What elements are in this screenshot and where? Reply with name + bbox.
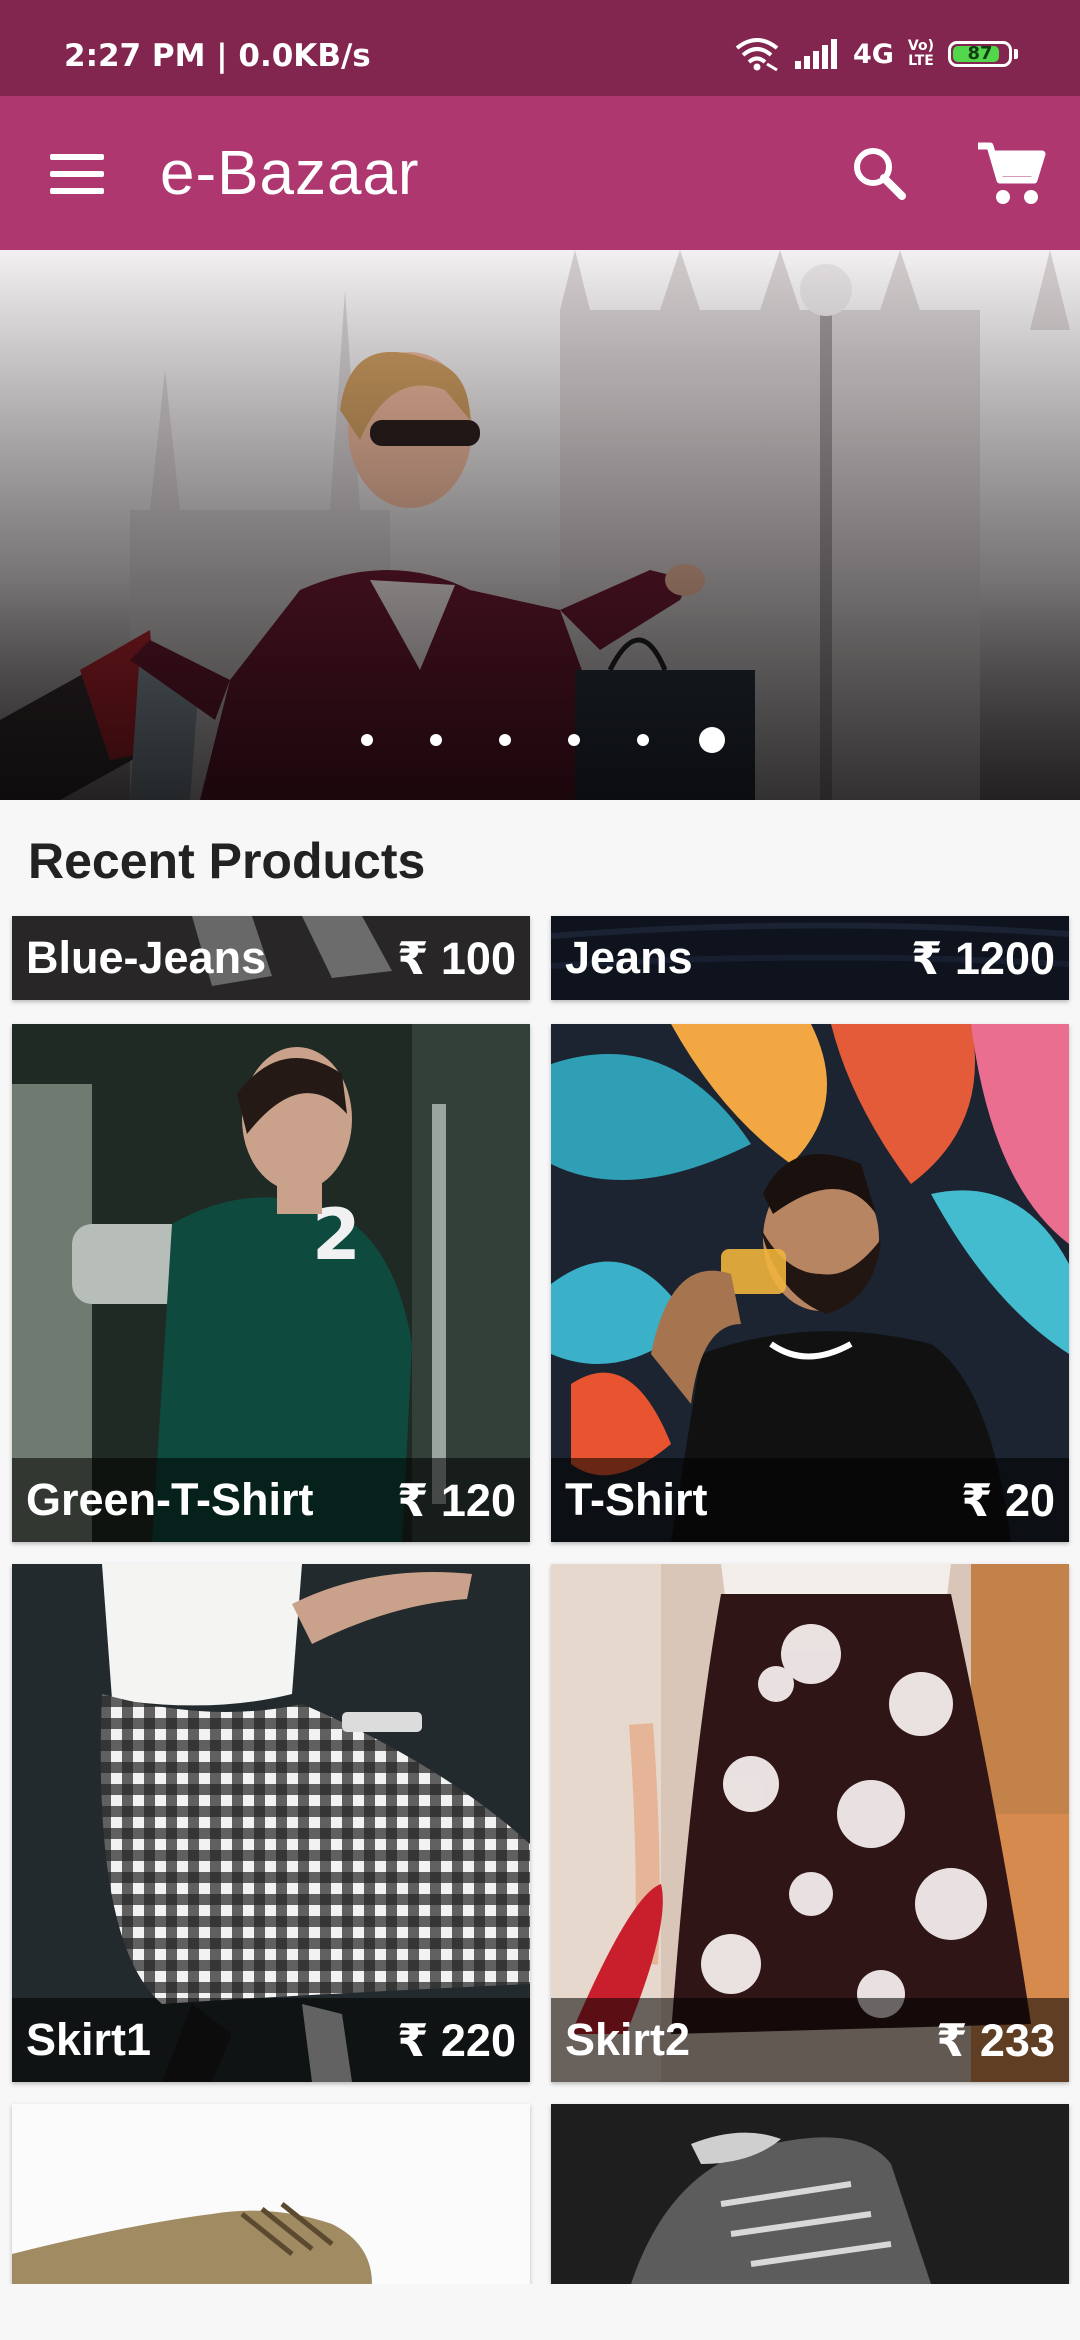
product-card[interactable]: T-Shirt ₹ 20 [551, 1024, 1069, 1542]
product-price: ₹ 233 [936, 2014, 1055, 2066]
product-name: Blue-Jeans [26, 932, 267, 983]
carousel-dot[interactable] [637, 734, 649, 746]
section-title: Recent Products [28, 833, 426, 889]
product-card[interactable]: 2 Green-T-Shirt ₹ 120 [12, 1024, 530, 1542]
carousel-indicators [0, 720, 1080, 760]
battery-tip [1014, 49, 1018, 59]
volte-icon: Vo) LTE [908, 39, 934, 69]
product-card[interactable]: Jeans ₹ 1200 [551, 916, 1069, 1000]
product-price: ₹ 220 [397, 2014, 516, 2066]
product-price: ₹ 100 [397, 932, 516, 984]
carousel-dot[interactable] [568, 734, 580, 746]
status-icons: 4G Vo) LTE 87 [733, 34, 1018, 74]
carousel-dot-active[interactable] [699, 727, 725, 753]
app-title: e-Bazaar [160, 139, 420, 208]
menu-line [50, 171, 104, 177]
volte-line2: LTE [908, 53, 934, 69]
product-price: ₹ 20 [961, 1474, 1055, 1526]
wifi-icon [735, 38, 779, 72]
product-label: Skirt2 ₹ 233 [551, 1998, 1069, 2082]
app-bar: e-Bazaar [0, 96, 1080, 250]
product-card[interactable]: Skirt1 ₹ 220 [12, 1564, 530, 2082]
product-card[interactable]: Blue-Jeans ₹ 100 [12, 916, 530, 1000]
product-image [551, 2104, 1069, 2284]
product-label: Green-T-Shirt ₹ 120 [12, 1458, 530, 1542]
product-name: T-Shirt [565, 1474, 708, 1525]
volte-line1: Vo) [907, 38, 934, 54]
cart-button[interactable] [974, 140, 1048, 208]
product-name: Jeans [565, 932, 693, 983]
product-label: T-Shirt ₹ 20 [551, 1458, 1069, 1542]
search-icon [854, 148, 906, 200]
banner-carousel[interactable] [0, 250, 1080, 800]
menu-line [50, 154, 104, 160]
carousel-dot[interactable] [430, 734, 442, 746]
product-name: Skirt1 [26, 2014, 152, 2065]
product-label: Skirt1 ₹ 220 [12, 1998, 530, 2082]
status-time: 2:27 PM | 0.0KB/s [64, 38, 371, 74]
product-card[interactable] [12, 2104, 530, 2284]
menu-line [50, 188, 104, 194]
product-image [12, 2104, 530, 2284]
product-name: Skirt2 [565, 2014, 691, 2065]
signal-icon [794, 39, 837, 69]
product-name: Green-T-Shirt [26, 1474, 314, 1525]
search-button[interactable] [848, 142, 912, 206]
menu-icon[interactable] [50, 154, 104, 194]
bottom-spacer [0, 2284, 1080, 2340]
carousel-dot[interactable] [361, 734, 373, 746]
battery-level: 87 [967, 43, 993, 64]
product-card[interactable]: Skirt2 ₹ 233 [551, 1564, 1069, 2082]
banner-image [0, 250, 1080, 800]
product-card[interactable] [551, 2104, 1069, 2284]
battery-icon: 87 [948, 41, 1012, 67]
product-price: ₹ 1200 [911, 932, 1055, 984]
status-bar: 2:27 PM | 0.0KB/s 4G Vo) LTE 87 [0, 0, 1080, 96]
cart-icon [978, 142, 1046, 204]
product-label: Blue-Jeans ₹ 100 [12, 916, 530, 1000]
product-label: Jeans ₹ 1200 [551, 916, 1069, 1000]
product-price: ₹ 120 [397, 1474, 516, 1526]
network-type: 4G [852, 38, 894, 70]
carousel-dot[interactable] [499, 734, 511, 746]
